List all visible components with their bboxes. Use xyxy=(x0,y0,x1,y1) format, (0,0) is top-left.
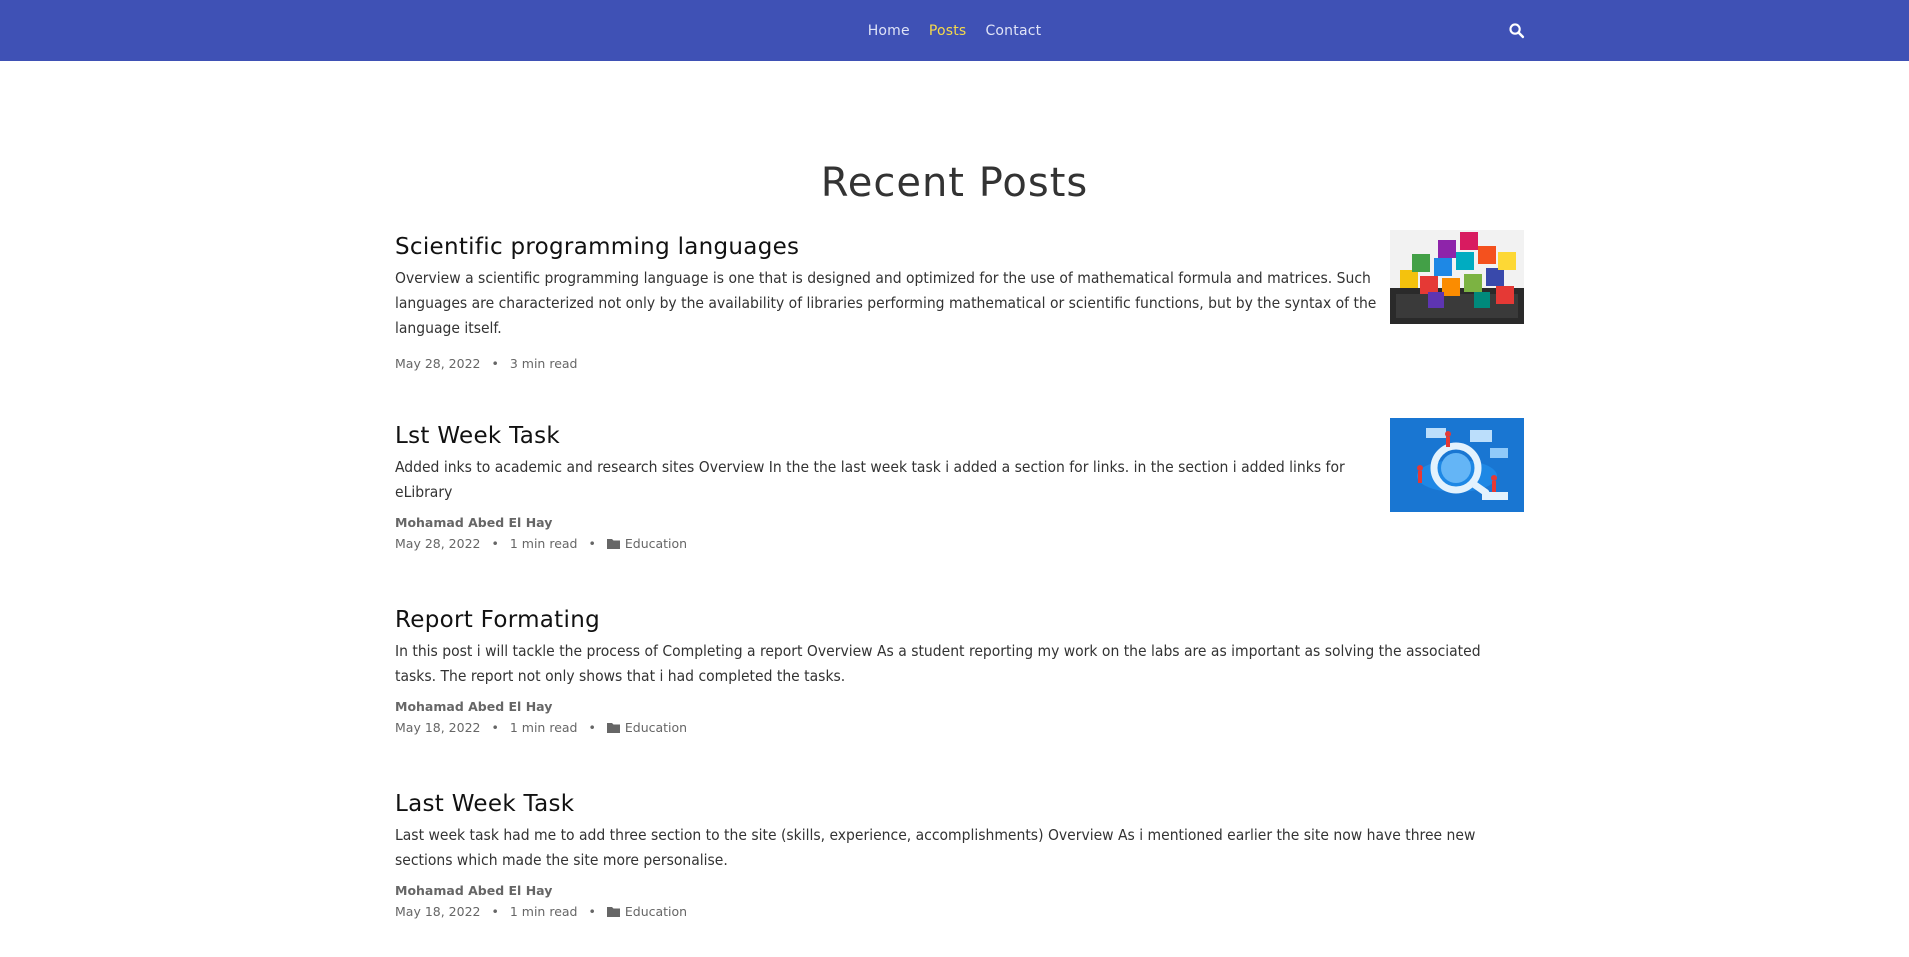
nav-link-posts[interactable]: Posts xyxy=(929,23,967,39)
folder-icon xyxy=(606,907,620,917)
meta-separator: • xyxy=(588,720,596,735)
post-title-link[interactable]: Report Formating xyxy=(395,605,1524,635)
nav-links: Home Posts Contact xyxy=(0,0,1909,61)
meta-separator: • xyxy=(588,904,596,919)
post-item: Scientific programming languages Overvie… xyxy=(395,232,1524,374)
post-title-link[interactable]: Lst Week Task xyxy=(395,421,1524,451)
post-category-link[interactable]: Education xyxy=(625,717,687,738)
post-meta: May 28, 2022 • 3 min read xyxy=(395,353,1524,374)
post-category-link[interactable]: Education xyxy=(625,901,687,922)
post-read-time: 1 min read xyxy=(509,536,578,551)
meta-separator: • xyxy=(491,536,499,551)
post-excerpt: Added inks to academic and research site… xyxy=(395,458,1345,501)
post-item: Last Week Task Last week task had me to … xyxy=(395,789,1524,922)
search-button[interactable] xyxy=(1505,19,1527,41)
post-excerpt: Overview a scientific programming langua… xyxy=(395,269,1377,337)
post-read-time: 1 min read xyxy=(509,904,578,919)
post-author: Mohamad Abed El Hay xyxy=(395,699,553,714)
post-date: May 18, 2022 xyxy=(395,904,481,919)
folder-icon xyxy=(606,539,620,549)
meta-separator: • xyxy=(491,356,499,371)
meta-separator: • xyxy=(491,904,499,919)
meta-separator: • xyxy=(491,720,499,735)
post-read-time: 3 min read xyxy=(509,356,578,371)
post-excerpt: In this post i will tackle the process o… xyxy=(395,642,1481,685)
meta-separator: • xyxy=(588,536,596,551)
post-date: May 18, 2022 xyxy=(395,720,481,735)
research-search-image xyxy=(1390,418,1524,512)
post-author: Mohamad Abed El Hay xyxy=(395,883,553,898)
top-navbar: Home Posts Contact xyxy=(0,0,1909,61)
post-title-link[interactable]: Scientific programming languages xyxy=(395,232,1524,262)
post-item: Report Formating In this post i will tac… xyxy=(395,605,1524,738)
post-category-link[interactable]: Education xyxy=(625,533,687,554)
nav-link-home[interactable]: Home xyxy=(868,23,910,39)
post-item: Lst Week Task Added inks to academic and… xyxy=(395,421,1524,554)
post-date: May 28, 2022 xyxy=(395,536,481,551)
post-thumbnail-programming-languages[interactable] xyxy=(1390,230,1524,324)
nav-link-contact[interactable]: Contact xyxy=(985,23,1041,39)
post-author: Mohamad Abed El Hay xyxy=(395,515,553,530)
page-title: Recent Posts xyxy=(820,160,1089,206)
post-excerpt: Last week task had me to add three secti… xyxy=(395,826,1476,869)
search-icon xyxy=(1508,22,1524,38)
post-thumbnail-research[interactable] xyxy=(1390,418,1524,512)
folder-icon xyxy=(606,723,620,733)
post-title-link[interactable]: Last Week Task xyxy=(395,789,1524,819)
post-date: May 28, 2022 xyxy=(395,356,481,371)
post-meta: May 28, 2022 • 1 min read • Education xyxy=(395,533,1524,554)
post-read-time: 1 min read xyxy=(509,720,578,735)
programming-languages-image xyxy=(1390,230,1524,324)
post-meta: May 18, 2022 • 1 min read • Education xyxy=(395,717,1524,738)
post-meta: May 18, 2022 • 1 min read • Education xyxy=(395,901,1524,922)
